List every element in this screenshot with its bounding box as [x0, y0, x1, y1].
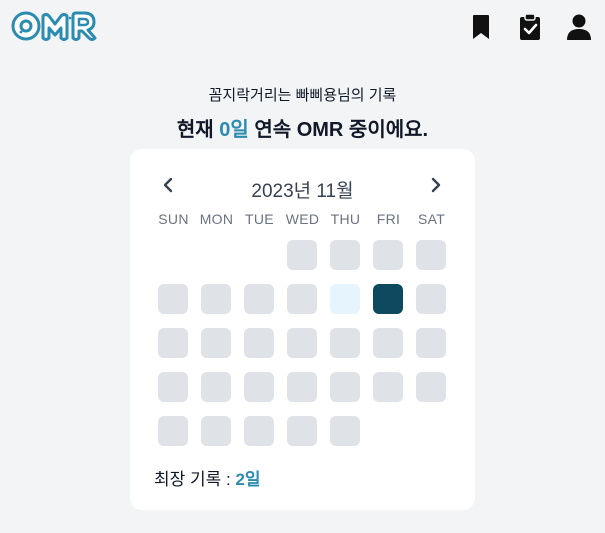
record-label: 최장 기록 :: [154, 470, 236, 489]
record-value: 2일: [235, 470, 261, 489]
calendar-day-27[interactable]: [201, 416, 231, 446]
chevron-right-icon: [431, 177, 441, 193]
calendar-day-6[interactable]: [201, 284, 231, 314]
calendar-day-3[interactable]: [373, 240, 403, 270]
longest-record: 최장 기록 : 2일: [154, 465, 261, 490]
calendar-day-23[interactable]: [330, 372, 360, 402]
calendar-day-4[interactable]: [416, 240, 446, 270]
calendar-day-20[interactable]: [201, 372, 231, 402]
calendar-day-10[interactable]: [373, 284, 403, 314]
calendar-day-30[interactable]: [330, 416, 360, 446]
weekday-fri: FRI: [376, 211, 401, 227]
calendar-day-1[interactable]: [287, 240, 317, 270]
calendar-day-25[interactable]: [416, 372, 446, 402]
calendar-day-13[interactable]: [201, 328, 231, 358]
calendar-day-16[interactable]: [330, 328, 360, 358]
calendar-day-2[interactable]: [330, 240, 360, 270]
calendar-card: 2023년 11월 SUN MON TUE WED THU FRI SAT 최장 기록 : …: [130, 149, 475, 510]
calendar-day-26[interactable]: [158, 416, 188, 446]
weekday-mon: MON: [199, 211, 234, 227]
calendar-day-11[interactable]: [416, 284, 446, 314]
calendar-day-7[interactable]: [244, 284, 274, 314]
calendar-day-28[interactable]: [244, 416, 274, 446]
calendar-day-17[interactable]: [373, 328, 403, 358]
current-streak-value: 0일: [219, 119, 249, 141]
calendar-day-19[interactable]: [158, 372, 188, 402]
user-icon[interactable]: [566, 12, 592, 42]
clipboard-check-icon[interactable]: [517, 12, 543, 42]
calendar-day-22[interactable]: [287, 372, 317, 402]
calendar-day-18[interactable]: [416, 328, 446, 358]
calendar-day-12[interactable]: [158, 328, 188, 358]
calendar-day-5[interactable]: [158, 284, 188, 314]
calendar-day-21[interactable]: [244, 372, 274, 402]
weekday-thu: THU: [330, 211, 361, 227]
weekday-tue: TUE: [245, 211, 274, 227]
calendar-day-14[interactable]: [244, 328, 274, 358]
calendar-day-24[interactable]: [373, 372, 403, 402]
weekday-sun: SUN: [158, 211, 189, 227]
headline-suffix: 연속 OMR 중이에요.: [248, 119, 429, 141]
next-month-button[interactable]: [424, 173, 448, 197]
headline-prefix: 현재: [176, 119, 220, 141]
omr-logo[interactable]: [10, 6, 100, 44]
calendar-day-9[interactable]: [330, 284, 360, 314]
calendar-day-29[interactable]: [287, 416, 317, 446]
bookmark-icon[interactable]: [468, 12, 494, 42]
calendar-day-15[interactable]: [287, 328, 317, 358]
top-bar: [0, 0, 605, 52]
streak-headline: 현재 0일 연속 OMR 중이에요.: [0, 113, 605, 142]
profile-subtitle: 꼼지락거리는 빠삐용님의 기록: [208, 87, 397, 104]
calendar-day-8[interactable]: [287, 284, 317, 314]
weekday-wed: WED: [285, 211, 320, 227]
weekday-sat: SAT: [417, 211, 446, 227]
